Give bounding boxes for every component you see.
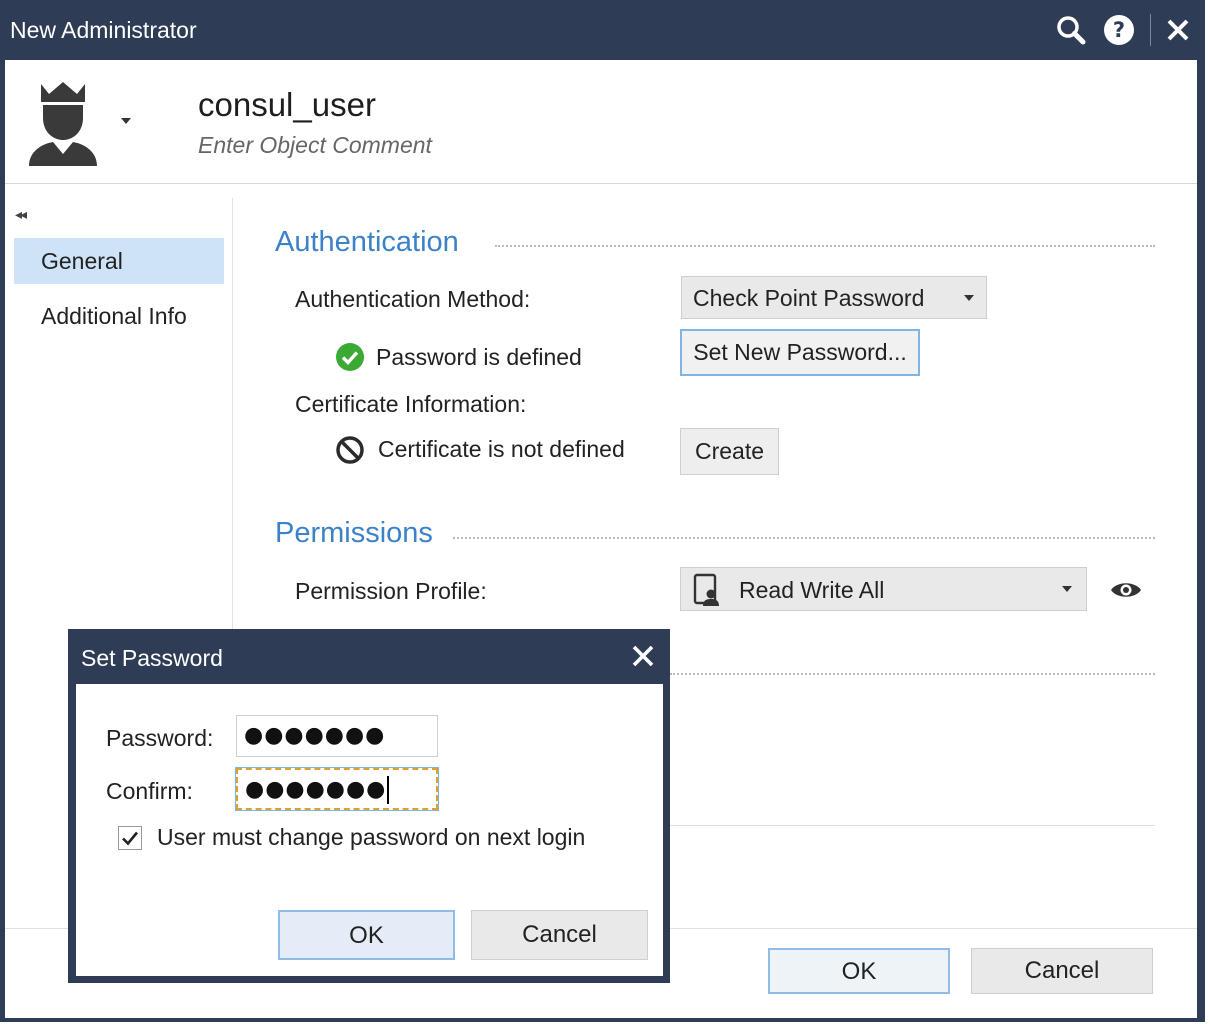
object-comment-field[interactable]: Enter Object Comment xyxy=(198,132,432,159)
password-input[interactable]: ●●●●●●● xyxy=(236,715,438,757)
authentication-method-value: Check Point Password xyxy=(693,285,925,311)
certificate-information-label: Certificate Information: xyxy=(295,391,527,417)
must-change-password-label[interactable]: User must change password on next login xyxy=(157,824,585,851)
dialog-body: Password: ●●●●●●● Confirm: ●●●●●●● User … xyxy=(76,684,663,976)
dialog-close-icon[interactable] xyxy=(630,643,656,669)
content-divider xyxy=(670,825,1155,826)
window-title: New Administrator xyxy=(10,17,197,43)
dialog-ok-button[interactable]: OK xyxy=(278,910,455,960)
object-header: consul_user Enter Object Comment xyxy=(5,60,1197,184)
window-titlebar: New Administrator ? xyxy=(0,0,1205,60)
must-change-password-checkbox[interactable] xyxy=(118,826,142,850)
ok-button[interactable]: OK xyxy=(768,948,950,994)
permission-profile-dropdown[interactable]: Read Write All xyxy=(680,567,1087,611)
section-divider xyxy=(670,673,1155,675)
object-name[interactable]: consul_user xyxy=(198,86,376,124)
permission-profile-value: Read Write All xyxy=(739,577,885,603)
admin-crown-icon[interactable] xyxy=(25,78,101,166)
cancel-button[interactable]: Cancel xyxy=(971,948,1153,994)
chevron-down-icon xyxy=(1062,586,1072,592)
permission-profile-icon xyxy=(692,573,722,607)
create-certificate-button[interactable]: Create xyxy=(680,428,779,475)
left-navigation: General Additional Info xyxy=(5,198,233,638)
svg-text:?: ? xyxy=(1113,18,1125,42)
confirm-password-input[interactable]: ●●●●●●● xyxy=(235,767,439,811)
password-status: Password is defined xyxy=(376,344,582,370)
permissions-section-title: Permissions xyxy=(275,517,433,549)
view-eye-icon[interactable] xyxy=(1109,578,1143,602)
dialog-title: Set Password xyxy=(81,645,223,671)
close-icon[interactable] xyxy=(1162,14,1194,46)
password-input-value: ●●●●●●● xyxy=(244,723,386,748)
prohibited-icon xyxy=(335,435,365,465)
help-icon[interactable]: ? xyxy=(1103,14,1135,46)
icon-chevron-down-icon[interactable] xyxy=(121,118,131,124)
chevron-down-icon xyxy=(964,295,974,301)
confirm-input-value: ●●●●●●● xyxy=(245,777,387,802)
password-label: Password: xyxy=(106,725,214,751)
dialog-cancel-button[interactable]: Cancel xyxy=(471,910,648,960)
checkmark-icon xyxy=(122,831,139,846)
titlebar-separator xyxy=(1150,14,1151,46)
section-divider xyxy=(495,245,1155,247)
nav-item-general[interactable]: General xyxy=(14,238,224,284)
check-circle-icon xyxy=(335,342,365,372)
confirm-label: Confirm: xyxy=(106,778,193,804)
text-cursor xyxy=(387,776,390,804)
authentication-method-dropdown[interactable]: Check Point Password xyxy=(681,276,987,319)
certificate-status: Certificate is not defined xyxy=(378,436,625,462)
section-divider xyxy=(453,537,1155,539)
authentication-section-title: Authentication xyxy=(275,226,459,258)
authentication-method-label: Authentication Method: xyxy=(295,286,531,312)
nav-item-additional-info[interactable]: Additional Info xyxy=(14,293,224,339)
double-chevron-left-icon[interactable]: ◂◂ xyxy=(15,206,27,223)
set-password-dialog: Set Password Password: ●●●●●●● Confirm: … xyxy=(68,629,670,983)
set-new-password-button[interactable]: Set New Password... xyxy=(680,329,920,376)
search-icon[interactable] xyxy=(1055,14,1087,46)
permission-profile-label: Permission Profile: xyxy=(295,578,487,604)
